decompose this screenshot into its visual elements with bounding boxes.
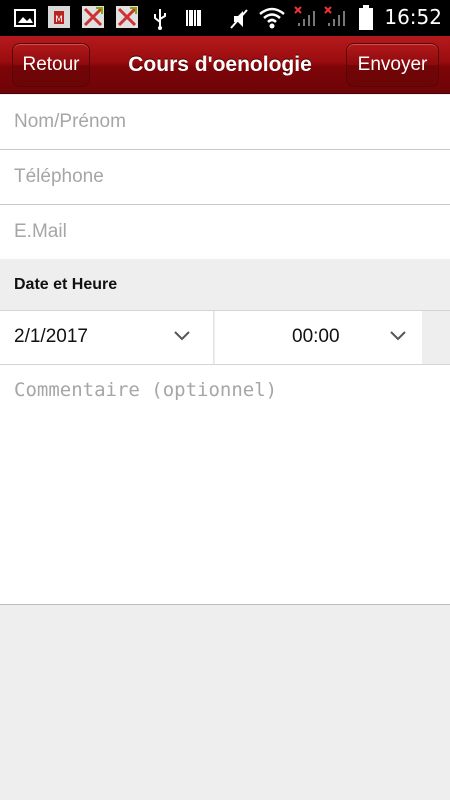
comment-textarea[interactable]: Commentaire (optionnel) bbox=[0, 365, 450, 605]
date-time-label: Date et Heure bbox=[14, 276, 118, 293]
time-value: 00:00 bbox=[292, 326, 340, 347]
date-time-pickers: 2/1/2017 00:00 bbox=[0, 311, 450, 365]
wifi-icon bbox=[259, 7, 285, 29]
phone-placeholder: Téléphone bbox=[14, 166, 104, 187]
header-bar: Retour Cours d'oenologie Envoyer bbox=[0, 36, 450, 94]
name-field[interactable]: Nom/Prénom bbox=[0, 95, 450, 150]
signal-off-icon bbox=[294, 6, 315, 26]
chevron-down-icon bbox=[390, 331, 406, 341]
page-title: Cours d'oenologie bbox=[128, 53, 312, 76]
email-field[interactable]: E.Mail bbox=[0, 205, 450, 260]
date-value: 2/1/2017 bbox=[14, 326, 88, 347]
app-icon bbox=[116, 6, 138, 28]
name-placeholder: Nom/Prénom bbox=[14, 111, 126, 132]
app-icon: M bbox=[48, 6, 70, 28]
status-bar: M 16:52 bbox=[0, 0, 450, 36]
status-time: 16:52 bbox=[384, 5, 442, 29]
email-placeholder: E.Mail bbox=[14, 221, 67, 242]
date-time-section: Date et Heure bbox=[0, 259, 450, 311]
barcode-icon bbox=[186, 10, 201, 26]
signal-off-icon bbox=[324, 6, 345, 26]
phone-field[interactable]: Téléphone bbox=[0, 150, 450, 205]
send-button[interactable]: Envoyer bbox=[346, 43, 439, 87]
date-picker[interactable]: 2/1/2017 bbox=[0, 311, 214, 364]
comment-placeholder: Commentaire (optionnel) bbox=[14, 379, 278, 401]
usb-icon bbox=[154, 9, 166, 30]
back-button[interactable]: Retour bbox=[12, 43, 90, 87]
mute-icon bbox=[230, 9, 248, 29]
time-picker[interactable]: 00:00 bbox=[215, 311, 422, 364]
app-icon bbox=[82, 6, 104, 28]
gallery-icon bbox=[14, 9, 36, 27]
battery-icon bbox=[359, 5, 373, 30]
svg-text:M: M bbox=[55, 15, 63, 25]
chevron-down-icon bbox=[174, 331, 190, 341]
